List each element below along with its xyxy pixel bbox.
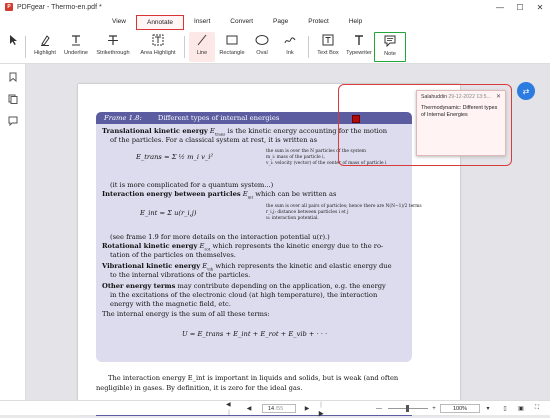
rectangle-icon [226, 32, 238, 48]
title-bar: P PDFgear - Thermo-en.pdf * — ☐ ✕ [0, 0, 550, 14]
left-sidebar [0, 64, 26, 400]
line-icon [196, 32, 208, 48]
thumbnails-icon[interactable] [8, 94, 18, 104]
minimize-icon[interactable]: — [490, 0, 510, 14]
app-logo: P [5, 3, 13, 11]
equation-note: u: interaction potential. [266, 216, 319, 221]
zoom-slider-handle[interactable] [406, 405, 409, 412]
highlighter-icon [39, 32, 51, 48]
menu-protect[interactable]: Protect [298, 14, 339, 30]
text-line: tation of the particles on themselves. [110, 251, 236, 259]
translate-icon[interactable]: ⇄ [517, 82, 535, 100]
oval-tool[interactable]: Oval [250, 32, 274, 62]
text-line: Interaction energy between particles Ein… [102, 190, 337, 200]
next-page-icon[interactable]: ▶ [302, 404, 312, 413]
text-box-tool[interactable]: Text Box [314, 32, 342, 62]
window-title: PDFgear - Thermo-en.pdf * [17, 3, 102, 11]
typewriter-icon [353, 32, 365, 48]
equation-note: m_i: mass of the particle i, [266, 155, 325, 160]
text-line: Other energy terms may contribute depend… [102, 282, 386, 290]
area-highlight-tool[interactable]: Area Highlight [136, 32, 180, 62]
typewriter-tool[interactable]: Typewriter [344, 32, 374, 62]
zoom-dropdown-icon[interactable]: ▾ [484, 404, 492, 413]
strikethrough-tool[interactable]: Strikethrough [94, 32, 132, 62]
text-line: energy with the magnetic field, etc. [110, 300, 231, 308]
annotate-toolbar: Highlight Underline Strikethrough Area H… [0, 30, 550, 64]
menu-insert[interactable]: Insert [184, 14, 220, 30]
text-line: (it is more complicated for a quantum sy… [110, 181, 274, 189]
highlight-tool[interactable]: Highlight [30, 32, 60, 62]
equation: E_int = Σ u(r_i,j) [140, 209, 197, 217]
fit-page-icon[interactable]: ▣ [516, 404, 526, 413]
emphasis-outline [338, 84, 512, 166]
comments-icon[interactable] [8, 116, 18, 126]
select-tool[interactable] [6, 32, 20, 62]
last-page-icon[interactable]: ｜▶ [318, 403, 328, 418]
equation-note: the sum is over all pairs of particles; … [266, 204, 422, 209]
underline-icon [70, 32, 82, 48]
rectangle-tool[interactable]: Rectangle [218, 32, 246, 62]
menu-help[interactable]: Help [339, 14, 372, 30]
status-bar: ◀｜ ◀ 14 /55 ▶ ｜▶ — + 100% ▾ ▯ ▣ ⛶ [0, 400, 550, 418]
underline-tool[interactable]: Underline [61, 32, 91, 62]
text-line: in the excitations of the electronic clo… [110, 291, 378, 299]
equation: E_trans = Σ ½ m_i v_i² [136, 153, 214, 161]
zoom-in-icon[interactable]: + [430, 404, 438, 413]
ink-pen-icon [284, 32, 296, 48]
text-box-icon [322, 32, 334, 48]
menu-view[interactable]: View [102, 14, 136, 30]
note-icon [384, 33, 396, 49]
first-page-icon[interactable]: ◀｜ [226, 402, 236, 417]
prev-page-icon[interactable]: ◀ [244, 404, 254, 413]
line-tool[interactable]: Line [189, 32, 215, 62]
page-number-field[interactable]: 14 /55 [262, 404, 296, 413]
cursor-icon [8, 32, 18, 48]
maximize-icon[interactable]: ☐ [510, 0, 530, 14]
strikethrough-icon [107, 32, 119, 48]
note-tool[interactable]: Note [374, 32, 406, 62]
ink-tool[interactable]: Ink [280, 32, 300, 62]
text-line: negligible) in gases. By definition, it … [96, 384, 303, 392]
menu-annotate[interactable]: Annotate [135, 14, 185, 30]
fullscreen-icon[interactable]: ⛶ [532, 404, 542, 413]
text-line: of the particles. For a classical system… [110, 136, 318, 144]
equation: U = E_trans + E_int + E_rot + E_vib + · … [182, 330, 328, 338]
menu-bar: View Annotate Insert Convert Page Protec… [0, 14, 550, 30]
oval-icon [255, 32, 269, 48]
text-line: (see frame 1.9 for more details on the i… [110, 233, 330, 241]
zoom-out-icon[interactable]: — [374, 404, 384, 413]
text-line: The interaction energy E_int is importan… [108, 374, 399, 382]
menu-convert[interactable]: Convert [220, 14, 263, 30]
equation-note: r_i,j: distance between particles i et j [266, 210, 349, 215]
area-highlight-icon [152, 32, 164, 48]
text-line: to the internal vibrations of the partic… [110, 271, 251, 279]
close-icon[interactable]: ✕ [530, 0, 550, 14]
single-page-view-icon[interactable]: ▯ [500, 404, 510, 413]
zoom-level-field[interactable]: 100% [440, 404, 480, 413]
text-line: The internal energy is the sum of all th… [102, 310, 270, 318]
bookmark-icon[interactable] [8, 72, 18, 82]
menu-page[interactable]: Page [263, 14, 298, 30]
